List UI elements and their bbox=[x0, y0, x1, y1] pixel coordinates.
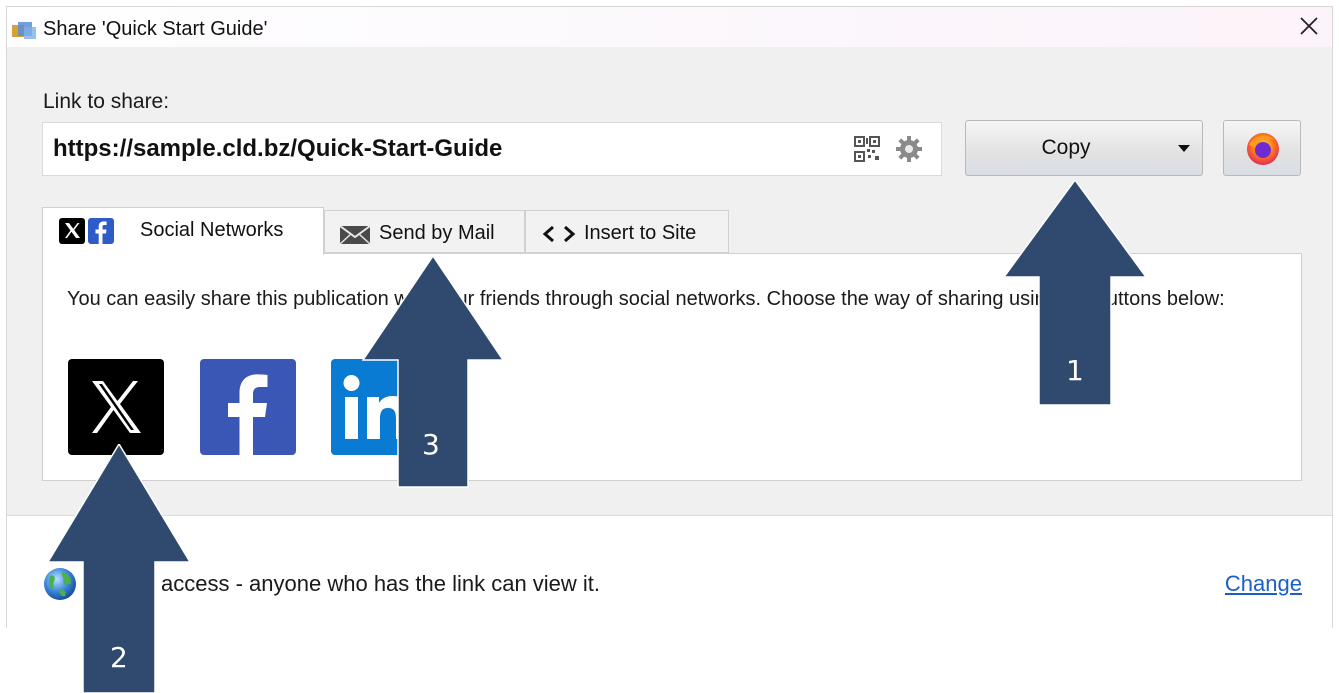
tab-send-by-mail-label: Send by Mail bbox=[379, 222, 495, 244]
gear-icon[interactable] bbox=[895, 134, 923, 164]
annotation-number-2: 2 bbox=[110, 641, 128, 674]
firefox-icon bbox=[1247, 133, 1279, 165]
link-label: Link to share: bbox=[43, 90, 170, 113]
tab-social-networks-label: Social Networks bbox=[140, 219, 284, 241]
annotation-number-1: 1 bbox=[1066, 354, 1084, 387]
title-bar: Share 'Quick Start Guide' bbox=[7, 7, 1332, 47]
window-title: Share 'Quick Start Guide' bbox=[43, 18, 268, 40]
url-field[interactable]: https://sample.cld.bz/Quick-Start-Guide bbox=[42, 122, 942, 176]
close-button[interactable] bbox=[1292, 9, 1326, 43]
copy-label: Copy bbox=[1041, 136, 1091, 159]
change-access-link[interactable]: Change bbox=[1225, 571, 1302, 597]
code-brackets-icon bbox=[542, 225, 576, 243]
tab-send-by-mail[interactable]: Send by Mail bbox=[324, 210, 525, 253]
share-x-button[interactable] bbox=[68, 359, 164, 455]
annotation-number-3: 3 bbox=[422, 428, 440, 461]
facebook-logo-icon bbox=[88, 218, 114, 244]
facebook-logo-icon bbox=[228, 374, 268, 455]
open-in-browser-button[interactable] bbox=[1223, 120, 1301, 176]
qr-code-icon[interactable] bbox=[853, 135, 881, 163]
dropdown-caret-icon[interactable] bbox=[1178, 145, 1190, 152]
copy-button[interactable]: Copy bbox=[965, 120, 1203, 176]
tab-insert-to-site-label: Insert to Site bbox=[584, 222, 697, 244]
share-facebook-button[interactable] bbox=[200, 359, 296, 455]
envelope-icon bbox=[339, 225, 371, 245]
access-footer: Public access - anyone who has the link … bbox=[7, 515, 1332, 628]
tab-social-networks[interactable]: Social Networks bbox=[42, 207, 324, 255]
x-logo-icon bbox=[59, 218, 85, 244]
close-icon bbox=[1300, 17, 1318, 35]
url-text[interactable]: https://sample.cld.bz/Quick-Start-Guide bbox=[53, 135, 502, 163]
tab-insert-to-site[interactable]: Insert to Site bbox=[525, 210, 729, 253]
app-share-icon bbox=[12, 22, 36, 39]
x-logo-icon bbox=[92, 381, 141, 433]
